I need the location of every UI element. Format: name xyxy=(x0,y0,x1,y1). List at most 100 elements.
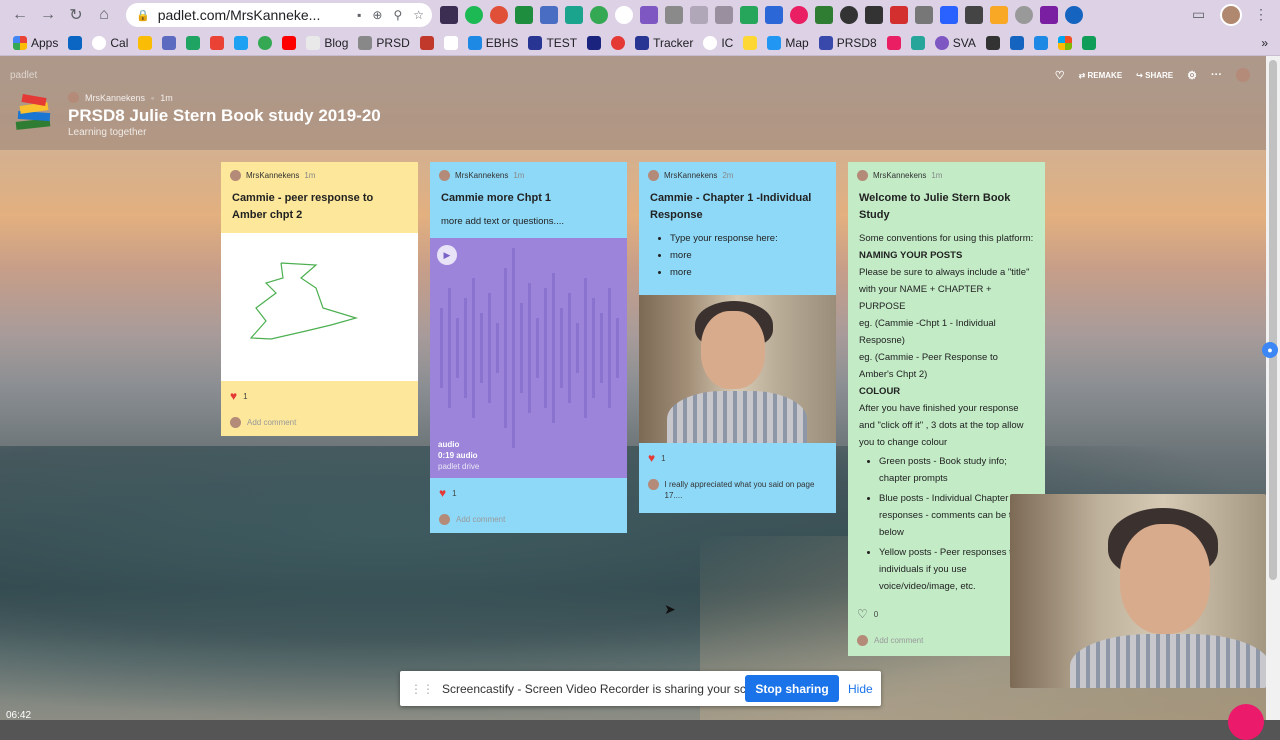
more-icon[interactable]: ··· xyxy=(1211,69,1222,81)
extension-icon[interactable] xyxy=(590,6,608,24)
extension-icon[interactable] xyxy=(740,6,758,24)
bookmark-icon-item[interactable] xyxy=(908,35,928,50)
post-card[interactable]: MrsKannekens 1m Cammie - peer response t… xyxy=(221,162,418,436)
bookmark-icon-item[interactable] xyxy=(1055,35,1075,50)
bookmark-icon-item[interactable] xyxy=(1031,35,1051,50)
extension-icon[interactable] xyxy=(640,6,658,24)
star-icon[interactable]: ☆ xyxy=(413,8,424,22)
bookmark-icon-item[interactable] xyxy=(740,35,760,50)
forward-icon[interactable]: → xyxy=(34,1,62,29)
extension-icon[interactable] xyxy=(665,6,683,24)
bookmark-cal[interactable]: Cal xyxy=(89,35,131,50)
extension-icon[interactable] xyxy=(440,6,458,24)
bookmark-icon-item[interactable] xyxy=(255,35,275,50)
extension-icon[interactable] xyxy=(615,6,633,24)
heart-icon[interactable]: ♥ xyxy=(648,451,655,465)
heart-icon[interactable]: ♥ xyxy=(439,486,446,500)
bookmark-icon-item[interactable] xyxy=(183,35,203,50)
bookmarks-overflow-icon[interactable]: » xyxy=(1258,36,1280,50)
extension-icon[interactable] xyxy=(790,6,808,24)
extension-icon[interactable] xyxy=(990,6,1008,24)
plus-icon[interactable]: ⊕ xyxy=(372,8,382,22)
bookmark-prsd[interactable]: PRSD xyxy=(355,35,412,50)
settings-icon[interactable]: ⚙ xyxy=(1187,69,1197,82)
bookmark-icon-item[interactable] xyxy=(231,35,251,50)
bookmark-test[interactable]: TEST xyxy=(525,35,580,50)
webcam-overlay[interactable] xyxy=(1010,494,1266,688)
extension-icon[interactable] xyxy=(540,6,558,24)
home-icon[interactable]: ⌂ xyxy=(90,1,118,29)
bookmark-icon-item[interactable] xyxy=(279,35,299,50)
stop-sharing-button[interactable]: Stop sharing xyxy=(745,675,839,702)
extension-icon[interactable] xyxy=(940,6,958,24)
comment-input[interactable]: Add comment xyxy=(430,508,627,533)
reload-icon[interactable]: ↻ xyxy=(62,1,90,29)
extension-icon[interactable] xyxy=(965,6,983,24)
heart-icon[interactable]: ♥ xyxy=(230,389,237,403)
extension-icon[interactable] xyxy=(815,6,833,24)
bookmark-map[interactable]: Map xyxy=(764,35,811,50)
extension-icon[interactable] xyxy=(865,6,883,24)
bookmark-apps[interactable]: Apps xyxy=(10,35,61,50)
audio-attachment[interactable]: ▶ audio 0:19 audio padlet drive xyxy=(430,238,627,478)
comment-input[interactable]: Add comment xyxy=(221,411,418,436)
padlet-brand[interactable]: padlet xyxy=(10,70,37,81)
play-icon[interactable]: ▶ xyxy=(437,245,457,265)
scrollbar-thumb[interactable] xyxy=(1269,60,1277,580)
bookmark-icon-item[interactable] xyxy=(207,35,227,50)
profile-avatar[interactable] xyxy=(1220,4,1242,26)
page-scrollbar[interactable] xyxy=(1266,56,1280,720)
bookmark-ebhs[interactable]: EBHS xyxy=(465,35,522,50)
zoom-icon[interactable]: ⚲ xyxy=(393,8,402,22)
post-paragraph: Please be sure to always include a "titl… xyxy=(859,267,1030,312)
bookmark-icon-item[interactable] xyxy=(441,35,461,50)
microphone-icon[interactable]: ● xyxy=(1262,342,1278,358)
hide-button[interactable]: Hide xyxy=(848,675,873,702)
share-button[interactable]: ↪ SHARE xyxy=(1136,71,1173,80)
bookmark-icon-item[interactable] xyxy=(584,35,604,50)
address-bar[interactable]: 🔒 padlet.com/MrsKanneke... ▪ ⊕ ⚲ ☆ xyxy=(126,3,432,27)
bookmark-icon-item[interactable] xyxy=(135,35,155,50)
bookmark-prsd8[interactable]: PRSD8 xyxy=(816,35,880,50)
bookmark-icon-item[interactable] xyxy=(608,35,628,50)
extension-icon[interactable] xyxy=(1040,6,1058,24)
extension-icon[interactable] xyxy=(915,6,933,24)
extension-icon[interactable] xyxy=(765,6,783,24)
extension-icon[interactable] xyxy=(515,6,533,24)
extension-icon[interactable] xyxy=(1065,6,1083,24)
camera-icon[interactable]: ▪ xyxy=(357,8,361,22)
heart-icon[interactable]: ♡ xyxy=(1055,69,1065,82)
board-author[interactable]: MrsKannekens xyxy=(85,93,145,103)
extension-icon[interactable] xyxy=(565,6,583,24)
bookmark-icon-item[interactable] xyxy=(65,35,85,50)
post-card[interactable]: MrsKannekens 1m Cammie more Chpt 1 more … xyxy=(430,162,627,533)
bookmark-icon-item[interactable] xyxy=(1007,35,1027,50)
add-post-button[interactable] xyxy=(1228,704,1264,740)
cast-icon[interactable]: ▭ xyxy=(1192,6,1205,23)
bookmark-sva[interactable]: SVA xyxy=(932,35,979,50)
bookmark-icon-item[interactable] xyxy=(159,35,179,50)
user-avatar[interactable] xyxy=(1236,68,1250,82)
extension-icon[interactable] xyxy=(1015,6,1033,24)
extension-icon[interactable] xyxy=(465,6,483,24)
back-icon[interactable]: ← xyxy=(6,1,34,29)
drag-handle-icon[interactable]: ⋮⋮ xyxy=(410,682,434,696)
bookmark-tracker[interactable]: Tracker xyxy=(632,35,696,50)
extension-icon[interactable] xyxy=(490,6,508,24)
bookmark-icon-item[interactable] xyxy=(884,35,904,50)
bookmark-blog[interactable]: Blog xyxy=(303,35,351,50)
extension-icon[interactable] xyxy=(890,6,908,24)
video-attachment[interactable] xyxy=(639,295,836,443)
bookmark-icon-item[interactable] xyxy=(1079,35,1099,50)
extension-icon[interactable] xyxy=(715,6,733,24)
extension-icon[interactable] xyxy=(840,6,858,24)
remake-button[interactable]: ⇄ REMAKE xyxy=(1079,71,1123,80)
bookmark-icon-item[interactable] xyxy=(983,35,1003,50)
extension-icon[interactable] xyxy=(690,6,708,24)
post-card[interactable]: MrsKannekens 2m Cammie - Chapter 1 -Indi… xyxy=(639,162,836,513)
browser-menu-icon[interactable]: ⋮ xyxy=(1254,6,1268,23)
heart-outline-icon[interactable]: ♡ xyxy=(857,607,868,621)
bookmark-icon-item[interactable] xyxy=(417,35,437,50)
bookmark-ic[interactable]: IC xyxy=(700,35,736,50)
post-drawing[interactable] xyxy=(221,233,418,381)
